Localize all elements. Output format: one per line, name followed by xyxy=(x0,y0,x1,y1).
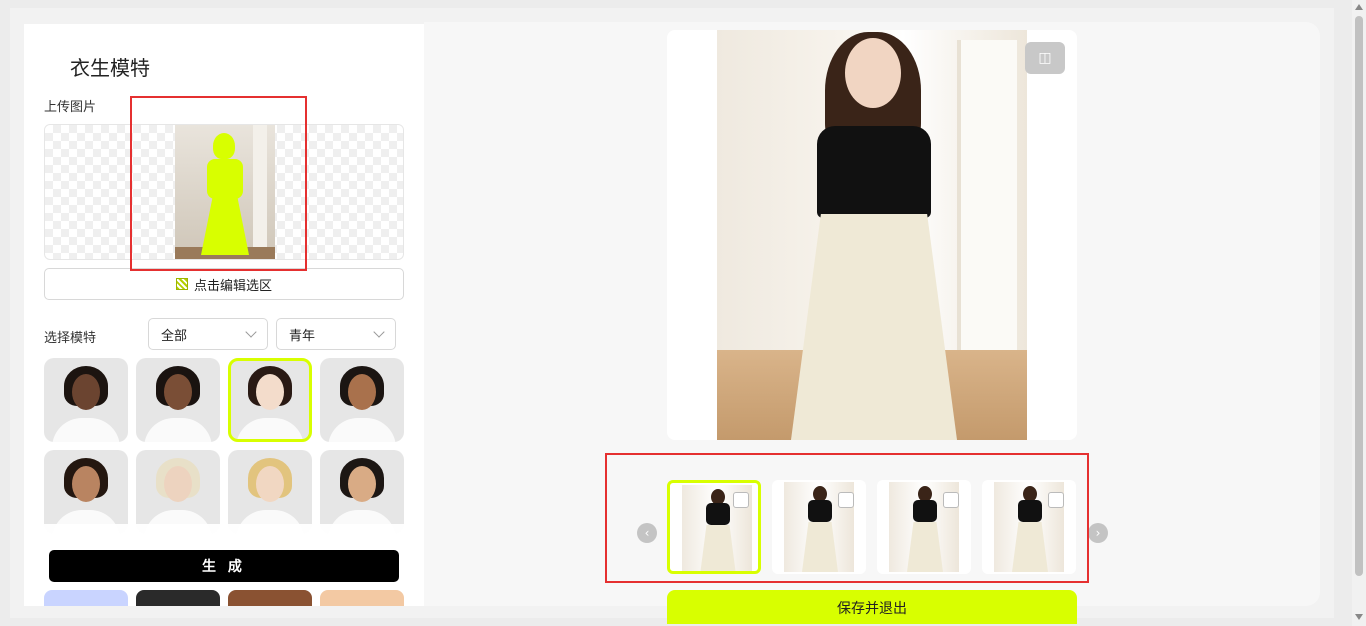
compare-button[interactable]: ◫ xyxy=(1025,42,1065,74)
chevron-down-icon xyxy=(245,326,257,338)
page-title: 衣生模特 xyxy=(70,56,150,80)
color-swatches xyxy=(44,590,408,606)
edit-selection-label: 点击编辑选区 xyxy=(193,278,272,294)
select-model-label: 选择模特 xyxy=(44,331,97,346)
model-avatar[interactable] xyxy=(44,450,128,534)
upload-label: 上传图片 xyxy=(44,100,97,115)
scroll-down-icon[interactable] xyxy=(1355,614,1363,620)
result-image xyxy=(717,30,1027,440)
save-exit-button[interactable]: 保存并退出 xyxy=(667,590,1077,624)
result-preview xyxy=(667,30,1077,440)
generate-button[interactable]: 生 成 xyxy=(49,550,399,582)
color-swatch[interactable] xyxy=(228,590,312,606)
color-swatch[interactable] xyxy=(320,590,404,606)
category-select[interactable]: 全部 xyxy=(148,318,268,350)
model-avatar[interactable] xyxy=(320,450,404,534)
chevron-down-icon xyxy=(373,326,385,338)
chevron-right-icon: › xyxy=(1095,526,1101,540)
age-select[interactable]: 青年 xyxy=(276,318,396,350)
compare-icon: ◫ xyxy=(1038,50,1052,66)
model-avatar[interactable] xyxy=(320,358,404,442)
model-avatar[interactable] xyxy=(136,450,220,534)
next-arrow-button[interactable]: › xyxy=(1088,523,1108,543)
model-avatar[interactable] xyxy=(44,358,128,442)
highlight-box-upload xyxy=(130,96,307,271)
model-avatar[interactable] xyxy=(228,358,312,442)
selection-icon xyxy=(175,278,188,290)
model-avatar[interactable] xyxy=(228,450,312,534)
highlight-box-thumbnails xyxy=(605,453,1089,583)
page-scrollbar[interactable] xyxy=(1352,0,1366,626)
scroll-up-icon[interactable] xyxy=(1355,4,1363,10)
model-avatar[interactable] xyxy=(136,358,220,442)
edit-selection-button[interactable]: 点击编辑选区 xyxy=(44,268,404,300)
color-swatch[interactable] xyxy=(136,590,220,606)
color-swatch[interactable] xyxy=(44,590,128,606)
scroll-thumb[interactable] xyxy=(1355,16,1363,576)
